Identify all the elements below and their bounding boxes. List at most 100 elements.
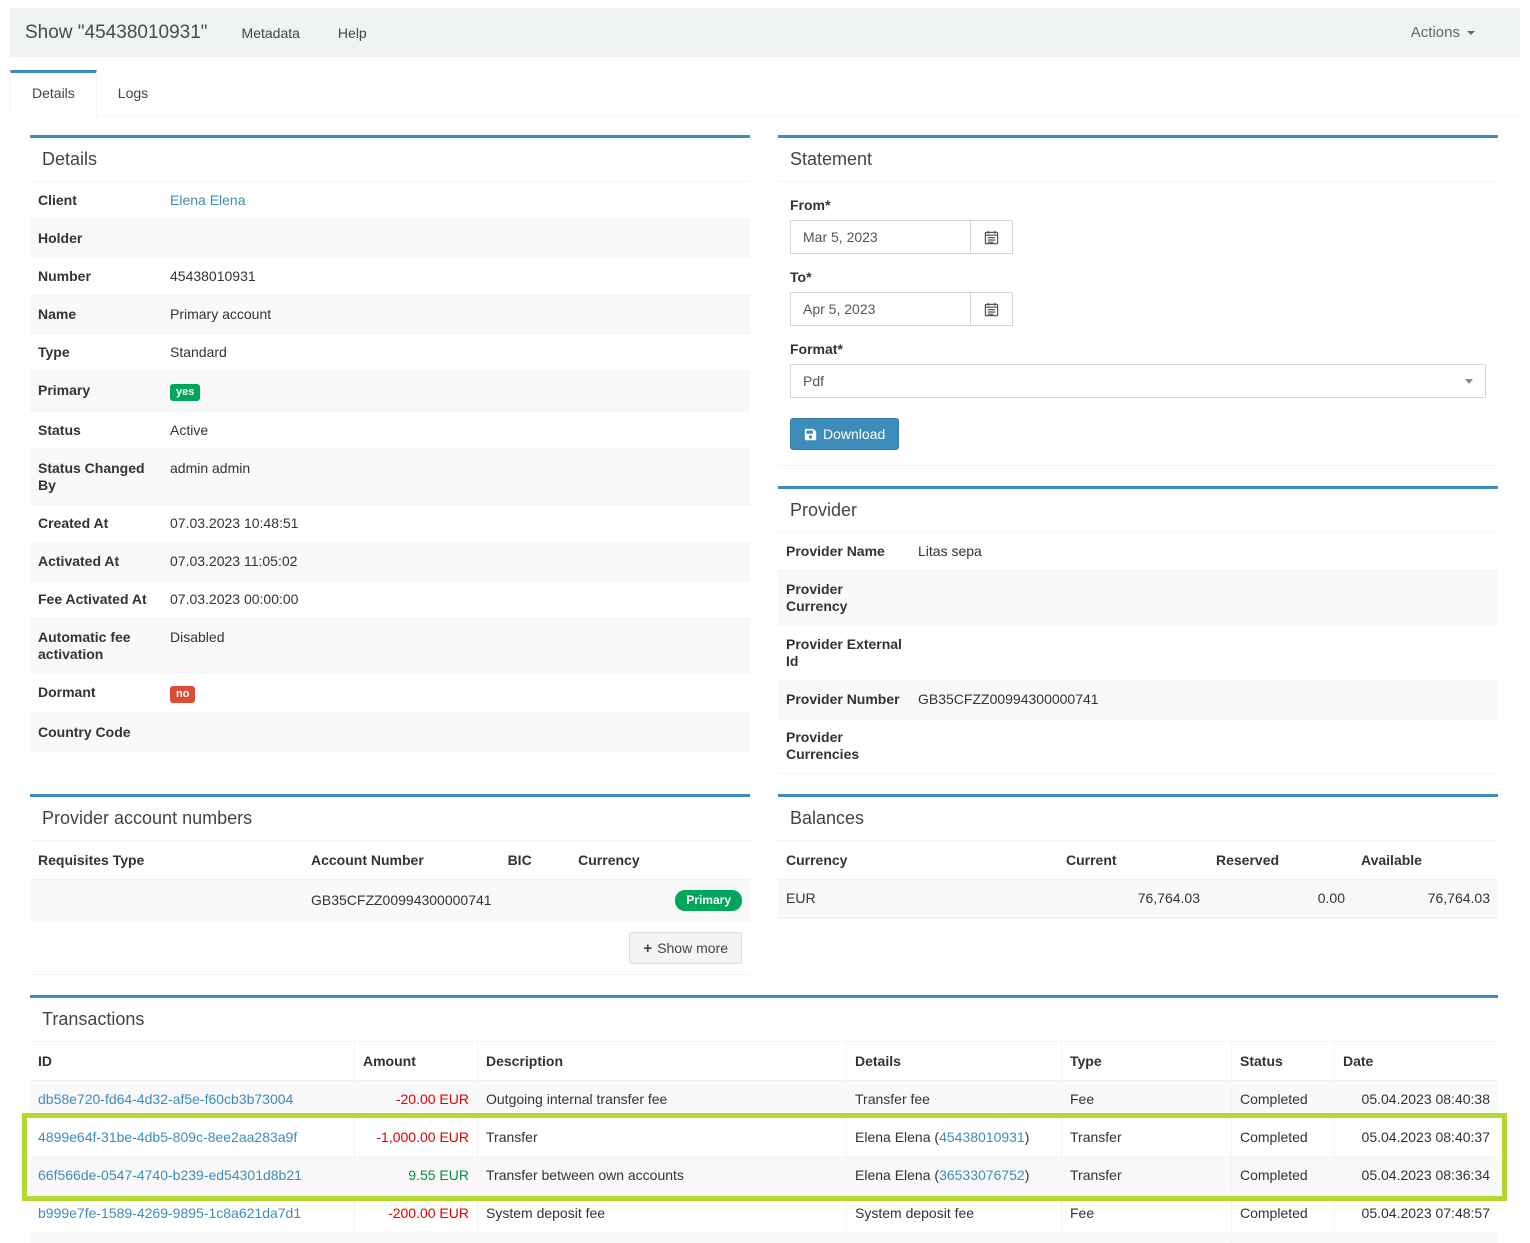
page-title: Show "45438010931" xyxy=(25,22,208,44)
row-label: Provider Number xyxy=(778,681,910,719)
tx-type-cell: System deposit xyxy=(1062,1233,1232,1243)
col-tx-amount: Amount xyxy=(355,1042,478,1081)
transactions-table: db58e720-fd64-4d32-af5e-f60cb3b73004 -20.… xyxy=(30,1081,1498,1243)
left-column-row1: Details ClientElena ElenaHolderNumber454… xyxy=(30,135,750,772)
table-row: StatusActive xyxy=(30,412,750,450)
tx-id-cell: 66f566de-0547-4740-b239-ed54301d8b21 xyxy=(30,1157,355,1195)
from-calendar-button[interactable] xyxy=(971,220,1013,254)
to-calendar-button[interactable] xyxy=(971,292,1013,326)
balances-table: EUR76,764.030.0076,764.03 xyxy=(778,880,1498,918)
table-row: EUR76,764.030.0076,764.03 xyxy=(778,880,1498,918)
plus-icon: + xyxy=(643,942,652,955)
transaction-id-link[interactable]: db58e720-fd64-4d32-af5e-f60cb3b73004 xyxy=(38,1091,293,1107)
col-balance-reserved: Reserved xyxy=(1208,841,1353,880)
tx-description-cell: Transfer between own accounts xyxy=(478,1157,847,1195)
client-link[interactable]: Elena Elena xyxy=(170,192,246,208)
col-tx-details: Details xyxy=(847,1042,1062,1081)
tx-type-cell: Fee xyxy=(1062,1195,1232,1233)
table-row: Provider Currency xyxy=(778,571,1498,626)
col-tx-type: Type xyxy=(1062,1042,1232,1081)
provider-accounts-table: GB35CFZZ00994300000741Primary xyxy=(30,880,750,922)
save-icon xyxy=(804,428,817,441)
transactions-panel: Transactions ID Amount Description Detai… xyxy=(30,995,1498,1243)
from-date-input[interactable] xyxy=(790,220,971,254)
account-number-cell: GB35CFZZ00994300000741 xyxy=(303,880,500,922)
tx-details-account-link[interactable]: 36533076752 xyxy=(939,1167,1025,1183)
caret-down-icon xyxy=(1467,31,1475,35)
col-requisites-type: Requisites Type xyxy=(30,841,303,880)
tx-details-cell: Elena Elena (36533076752) xyxy=(847,1157,1062,1195)
download-label: Download xyxy=(823,426,885,442)
col-bic: BIC xyxy=(500,841,571,880)
row-value: 07.03.2023 00:00:00 xyxy=(162,581,750,619)
row-value: Litas sepa xyxy=(910,533,1498,571)
transaction-id-link[interactable]: 66f566de-0547-4740-b239-ed54301d8b21 xyxy=(38,1167,302,1183)
balance-reserved: 0.00 xyxy=(1208,880,1353,918)
format-label: Format* xyxy=(790,341,1486,357)
tx-status-cell: Completed xyxy=(1232,1233,1335,1243)
table-row: GB35CFZZ00994300000741Primary xyxy=(30,880,750,922)
provider-accounts-footer: + Show more xyxy=(30,922,750,974)
provider-panel-title: Provider xyxy=(778,489,1498,533)
provider-accounts-panel: Provider account numbers Requisites Type… xyxy=(30,794,750,975)
row-value xyxy=(910,571,1498,626)
table-row: Holder xyxy=(30,220,750,258)
tx-description-cell: Outgoing internal transfer fee xyxy=(478,1081,847,1119)
col-tx-id: ID xyxy=(30,1042,355,1081)
row-value xyxy=(162,220,750,258)
to-date-input[interactable] xyxy=(790,292,971,326)
tx-amount-cell: -200.00 EUR xyxy=(355,1195,478,1233)
table-row: Number45438010931 xyxy=(30,258,750,296)
menu-item-metadata[interactable]: Metadata xyxy=(242,25,300,41)
tx-description-cell: System deposit fee xyxy=(478,1195,847,1233)
tx-status-cell: Completed xyxy=(1232,1157,1335,1195)
col-account-number: Account Number xyxy=(303,841,500,880)
show-more-button[interactable]: + Show more xyxy=(629,932,742,964)
col-currency: Currency xyxy=(570,841,667,880)
tab-details[interactable]: Details xyxy=(10,70,97,117)
tx-type-cell: Transfer xyxy=(1062,1119,1232,1157)
tx-amount-cell: -20.00 EUR xyxy=(355,1081,478,1119)
row-value: 45438010931 xyxy=(162,258,750,296)
tx-id-cell: 4899e64f-31be-4db5-809c-8ee2aa283a9f xyxy=(30,1119,355,1157)
tx-description-cell: Test xyxy=(478,1233,847,1243)
col-balance-current: Current xyxy=(1058,841,1208,880)
row-value: Active xyxy=(162,412,750,450)
menu-item-help[interactable]: Help xyxy=(338,25,367,41)
details-panel: Details ClientElena ElenaHolderNumber454… xyxy=(30,135,750,752)
status-badge: yes xyxy=(170,384,200,401)
row-label: Provider External Id xyxy=(778,626,910,681)
statement-form: From* To* xyxy=(778,182,1498,465)
transaction-id-link[interactable]: 4899e64f-31be-4db5-809c-8ee2aa283a9f xyxy=(38,1129,297,1145)
download-button[interactable]: Download xyxy=(790,418,899,450)
tab-bar: Details Logs xyxy=(10,70,1520,117)
row-value: no xyxy=(162,674,750,714)
calendar-icon xyxy=(984,230,999,245)
table-row: Fee Activated At07.03.2023 00:00:00 xyxy=(30,581,750,619)
actions-dropdown[interactable]: Actions xyxy=(1411,24,1475,41)
row-label: Created At xyxy=(30,505,162,543)
table-row: Country Code xyxy=(30,714,750,751)
statement-panel: Statement From* xyxy=(778,135,1498,466)
row-label: Type xyxy=(30,334,162,372)
balance-available: 76,764.03 xyxy=(1353,880,1498,918)
currency-cell xyxy=(570,880,667,922)
tab-logs[interactable]: Logs xyxy=(97,70,169,116)
format-select[interactable]: Pdf xyxy=(790,364,1486,398)
left-column-row2: Provider account numbers Requisites Type… xyxy=(30,794,750,995)
table-row: Created At07.03.2023 10:48:51 xyxy=(30,505,750,543)
balance-currency: EUR xyxy=(778,880,1058,918)
from-label: From* xyxy=(790,197,1486,213)
row-label: Activated At xyxy=(30,543,162,581)
tx-details-cell: Elena Elena (45438010931) xyxy=(847,1119,1062,1157)
row-label: Status xyxy=(30,412,162,450)
transaction-id-link[interactable]: b999e7fe-1589-4269-9895-1c8a621da7d1 xyxy=(38,1205,301,1221)
row-value: admin admin xyxy=(162,450,750,505)
show-more-label: Show more xyxy=(657,940,728,956)
tx-details-account-link[interactable]: 45438010931 xyxy=(939,1129,1025,1145)
tx-date-cell: 05.04.2023 08:36:34 xyxy=(1335,1157,1498,1195)
right-column-row2: Balances Currency Current Reserved Avail… xyxy=(778,794,1498,939)
statement-panel-title: Statement xyxy=(778,138,1498,182)
row-label: Dormant xyxy=(30,674,162,714)
row-value: yes xyxy=(162,372,750,412)
